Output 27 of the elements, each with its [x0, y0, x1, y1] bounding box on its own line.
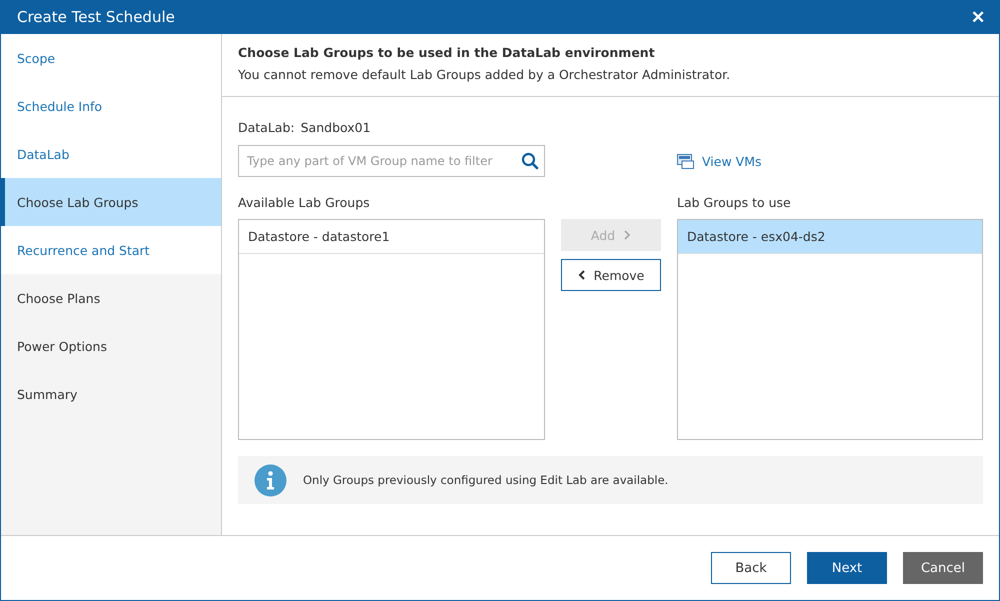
info-icon	[254, 464, 287, 496]
back-button[interactable]: Back	[711, 552, 791, 584]
window-title: Create Test Schedule	[17, 8, 175, 26]
list-item[interactable]: Datastore - esx04-ds2	[678, 220, 982, 254]
next-button[interactable]: Next	[807, 552, 887, 584]
list-item[interactable]: Datastore - datastore1	[239, 220, 544, 254]
chevron-right-icon	[623, 230, 632, 240]
sidebar-item[interactable]: Choose Lab Groups	[1, 178, 221, 226]
cancel-button[interactable]: Cancel	[903, 552, 983, 584]
list-label: Lab Groups to use	[677, 195, 792, 212]
sidebar-item[interactable]: DataLab	[1, 130, 221, 178]
datalab-label: DataLab:	[238, 120, 295, 137]
info-text: Only Groups previously configured using Edit Lab are available.	[303, 473, 668, 487]
datalab-value: Sandbox01	[300, 120, 371, 137]
filter-field[interactable]: Type any part of VM Group name to filter	[238, 145, 545, 177]
list-label: Available Lab Groups	[238, 195, 371, 212]
sidebar-item[interactable]: Schedule Info	[1, 82, 221, 130]
monitor-icon	[677, 154, 694, 168]
remove-button[interactable]: Remove	[561, 259, 661, 291]
close-button[interactable]: ✕	[967, 6, 989, 28]
sidebar-item[interactable]: Recurrence and Start	[1, 226, 221, 274]
view-vms-link[interactable]: View VMs	[702, 154, 762, 168]
section-title: Choose Lab Groups to be used in the DataLab environment	[238, 45, 656, 60]
section-subtitle: You cannot remove default Lab Groups added by a Orchestrator Administrator.	[238, 67, 732, 82]
search-icon	[521, 152, 539, 170]
sidebar-item[interactable]: Scope	[1, 34, 221, 82]
chevron-left-icon	[578, 270, 586, 280]
